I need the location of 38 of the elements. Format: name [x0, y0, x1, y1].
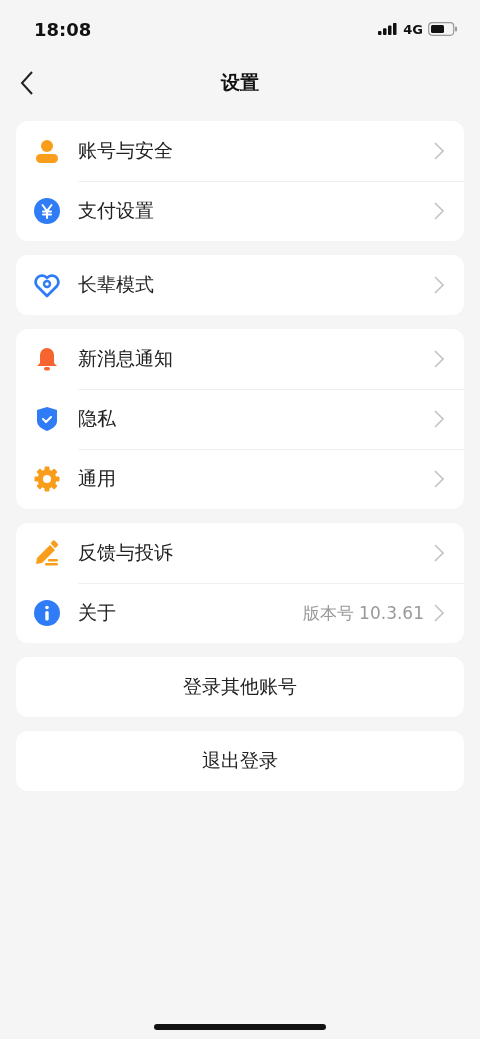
row-label: 新消息通知 [78, 346, 174, 371]
chevron-icon [434, 410, 444, 428]
heart-icon [33, 271, 61, 299]
chevron-icon [434, 142, 444, 160]
network-type: 4G [403, 21, 423, 37]
chevron-icon [434, 604, 444, 622]
row-label: 账号与安全 [78, 138, 174, 163]
status-time: 18:08 [34, 18, 92, 40]
info-icon [33, 599, 61, 627]
battery-icon [428, 22, 458, 36]
person-icon [33, 137, 61, 165]
chevron-icon [434, 350, 444, 368]
gear-icon [33, 465, 61, 493]
settings-row[interactable]: 反馈与投诉 [16, 523, 464, 583]
settings-row[interactable]: 账号与安全 [16, 121, 464, 181]
page-title: 设置 [221, 70, 259, 95]
row-label: 支付设置 [78, 198, 155, 223]
chevron-icon [434, 544, 444, 562]
settings-row[interactable]: 通用 [16, 449, 464, 509]
row-label: 反馈与投诉 [78, 540, 174, 565]
settings-row[interactable]: 长辈模式 [16, 255, 464, 315]
row-label: 通用 [78, 466, 117, 491]
action-button[interactable]: 退出登录 [16, 731, 464, 791]
row-value: 版本号 10.3.61 [302, 601, 424, 625]
pencil-icon [33, 539, 61, 567]
settings-row[interactable]: 新消息通知 [16, 329, 464, 389]
chevron-icon [434, 276, 444, 294]
row-label: 关于 [78, 600, 117, 625]
chevron-icon [434, 470, 444, 488]
signal-icon [378, 22, 399, 36]
settings-row[interactable]: 隐私 [16, 389, 464, 449]
action-button[interactable]: 登录其他账号 [16, 657, 464, 717]
yuan-icon [33, 197, 61, 225]
row-label: 隐私 [78, 406, 117, 431]
settings-row[interactable]: 支付设置 [16, 181, 464, 241]
chevron-icon [434, 202, 444, 220]
row-label: 长辈模式 [78, 272, 155, 297]
settings-row[interactable]: 关于 版本号 10.3.61 [16, 583, 464, 643]
